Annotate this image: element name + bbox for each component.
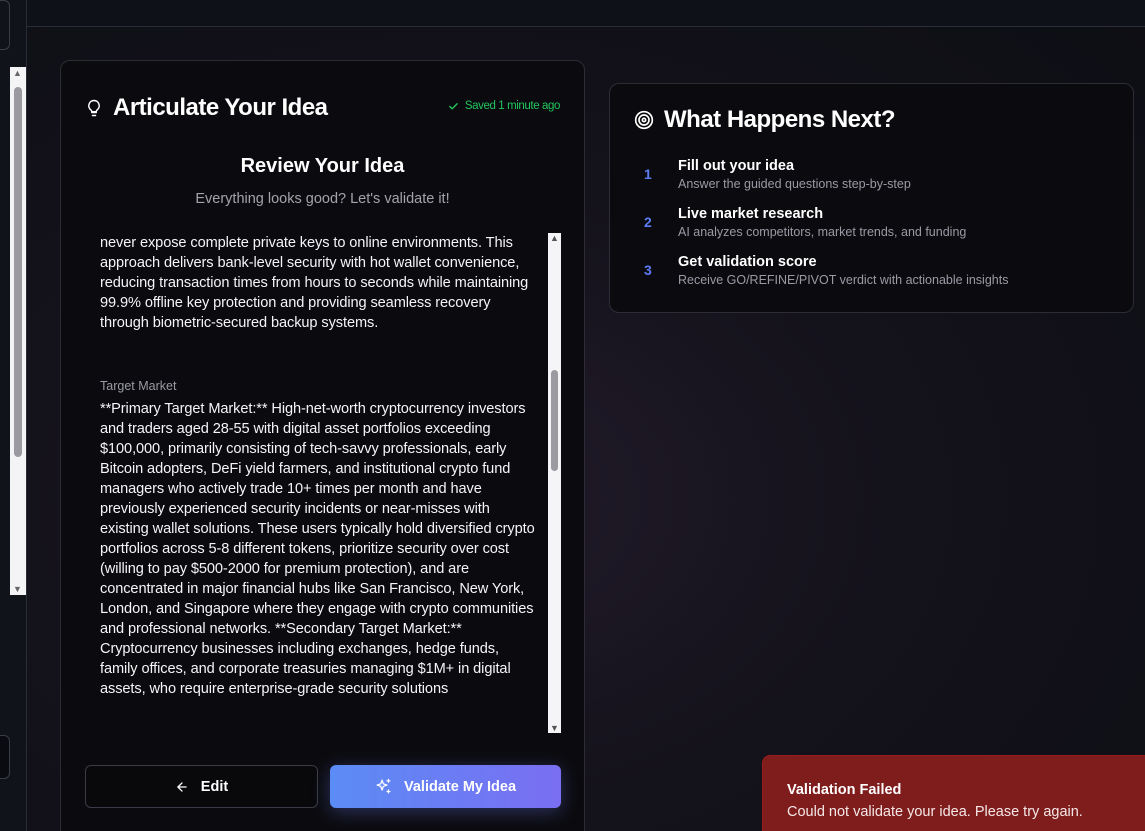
scroll-up-icon[interactable]: ▲	[13, 68, 22, 78]
step-title: Live market research	[678, 206, 824, 222]
scrollbar-thumb[interactable]	[14, 87, 22, 457]
scroll-up-icon[interactable]: ▲	[550, 233, 559, 243]
card-header: What Happens Next?	[634, 106, 896, 134]
card-title: What Happens Next?	[664, 106, 896, 133]
step-item: 2 Live market research AI analyzes compe…	[644, 206, 1008, 254]
step-title: Get validation score	[678, 254, 817, 270]
edit-button-label: Edit	[200, 778, 229, 795]
review-scrollbar[interactable]: ▲ ▼	[548, 233, 561, 733]
error-toast[interactable]: Validation Failed Could not validate you…	[762, 755, 1145, 831]
step-title: Fill out your idea	[678, 158, 795, 174]
step-description: Answer the guided questions step-by-step	[678, 177, 911, 191]
review-content: never expose complete private keys to on…	[100, 233, 540, 699]
toast-message: Could not validate your idea. Please try…	[787, 804, 1083, 820]
validate-button[interactable]: Validate My Idea	[330, 765, 561, 808]
target-market-label: Target Market	[100, 379, 177, 393]
step-item: 3 Get validation score Receive GO/REFINE…	[644, 254, 1008, 302]
left-panel-scrollbar[interactable]: ▲ ▼	[10, 67, 26, 595]
step-item: 1 Fill out your idea Answer the guided q…	[644, 158, 1008, 206]
card-title: Articulate Your Idea	[113, 94, 328, 121]
validate-button-label: Validate My Idea	[403, 778, 517, 795]
scrollbar-thumb[interactable]	[551, 370, 558, 471]
scroll-down-icon[interactable]: ▼	[13, 584, 22, 594]
saved-status: Saved 1 minute ago	[448, 100, 560, 112]
review-subtitle: Everything looks good? Let's validate it…	[195, 191, 450, 207]
steps-list: 1 Fill out your idea Answer the guided q…	[644, 158, 1008, 302]
solution-text: never expose complete private keys to on…	[100, 235, 529, 331]
toast-title: Validation Failed	[787, 782, 902, 798]
target-market-text: **Primary Target Market:** High-net-wort…	[100, 401, 535, 697]
scroll-down-icon[interactable]: ▼	[550, 723, 559, 733]
step-description: Receive GO/REFINE/PIVOT verdict with act…	[678, 273, 1009, 287]
target-icon	[634, 110, 654, 130]
saved-status-text: Saved 1 minute ago	[464, 100, 560, 112]
step-number: 1	[644, 166, 652, 182]
articulate-idea-card: Articulate Your Idea Saved 1 minute ago …	[60, 60, 585, 831]
step-description: AI analyzes competitors, market trends, …	[678, 225, 967, 239]
sparkles-icon	[376, 778, 391, 794]
left-panel-tab[interactable]	[0, 0, 10, 50]
top-bar	[0, 0, 1145, 27]
arrow-left-icon	[177, 781, 187, 792]
review-scroll-area[interactable]: never expose complete private keys to on…	[100, 233, 561, 733]
what-happens-next-card: What Happens Next? 1 Fill out your idea …	[609, 83, 1134, 313]
step-number: 3	[644, 262, 652, 278]
review-title: Review Your Idea	[240, 155, 405, 177]
card-header: Articulate Your Idea	[85, 94, 328, 122]
check-icon	[449, 102, 458, 109]
step-number: 2	[644, 214, 652, 230]
edit-button[interactable]: Edit	[85, 765, 318, 808]
lightbulb-icon	[88, 99, 100, 117]
left-panel-input[interactable]	[0, 735, 10, 779]
